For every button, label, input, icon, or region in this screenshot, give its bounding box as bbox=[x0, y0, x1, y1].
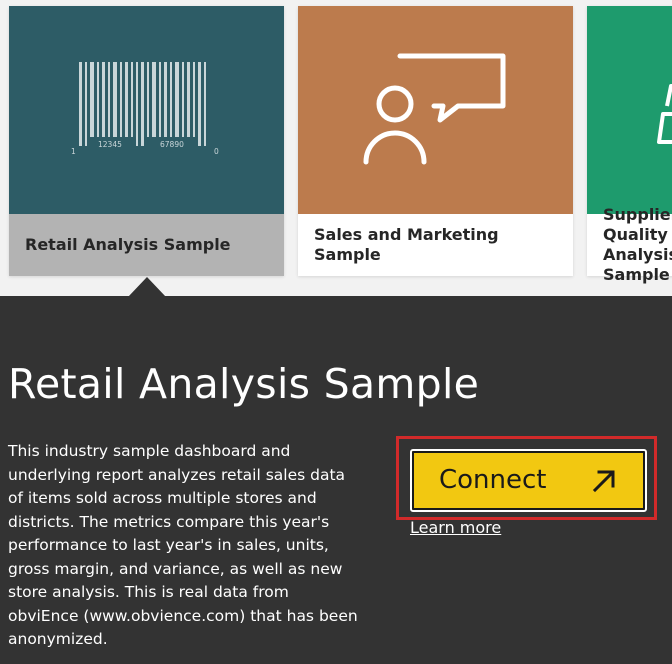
barcode-icon: 1 12345 67890 0 bbox=[71, 62, 219, 156]
barcode-digits-b: 67890 bbox=[160, 140, 184, 149]
barcode-digits-a: 12345 bbox=[98, 140, 122, 149]
sample-description: This industry sample dashboard and under… bbox=[8, 442, 358, 648]
barcode-digit-left: 1 bbox=[71, 147, 76, 156]
selection-pointer bbox=[128, 277, 166, 297]
learn-more-link[interactable]: Learn more bbox=[410, 518, 501, 537]
person-speech-icon bbox=[363, 53, 506, 165]
sample-cards-strip: 1 12345 67890 0 Retail Analysis Sample S… bbox=[0, 0, 672, 296]
page-title: Retail Analysis Sample bbox=[8, 360, 480, 408]
connect-button-label: Connect bbox=[439, 465, 547, 495]
card-label: Retail Analysis Sample bbox=[9, 214, 284, 276]
card-art bbox=[587, 6, 672, 214]
card-sales-marketing[interactable]: Sales and Marketing Sample bbox=[298, 6, 573, 276]
card-label: Supplier Quality Analysis Sample bbox=[603, 205, 672, 284]
card-art: 1 12345 67890 0 bbox=[9, 6, 284, 214]
card-label: Sales and Marketing Sample bbox=[314, 225, 499, 264]
sample-detail-panel: Retail Analysis Sample This industry sam… bbox=[0, 296, 672, 664]
card-supplier-quality[interactable]: Supplier Quality Analysis Sample bbox=[587, 6, 672, 284]
connect-button[interactable]: Connect bbox=[410, 449, 647, 512]
card-art bbox=[298, 6, 573, 214]
arrow-up-right-icon bbox=[592, 470, 615, 493]
box-icon bbox=[657, 84, 672, 144]
card-retail-analysis[interactable]: 1 12345 67890 0 Retail Analysis Sample bbox=[9, 6, 284, 276]
barcode-digit-right: 0 bbox=[214, 147, 219, 156]
